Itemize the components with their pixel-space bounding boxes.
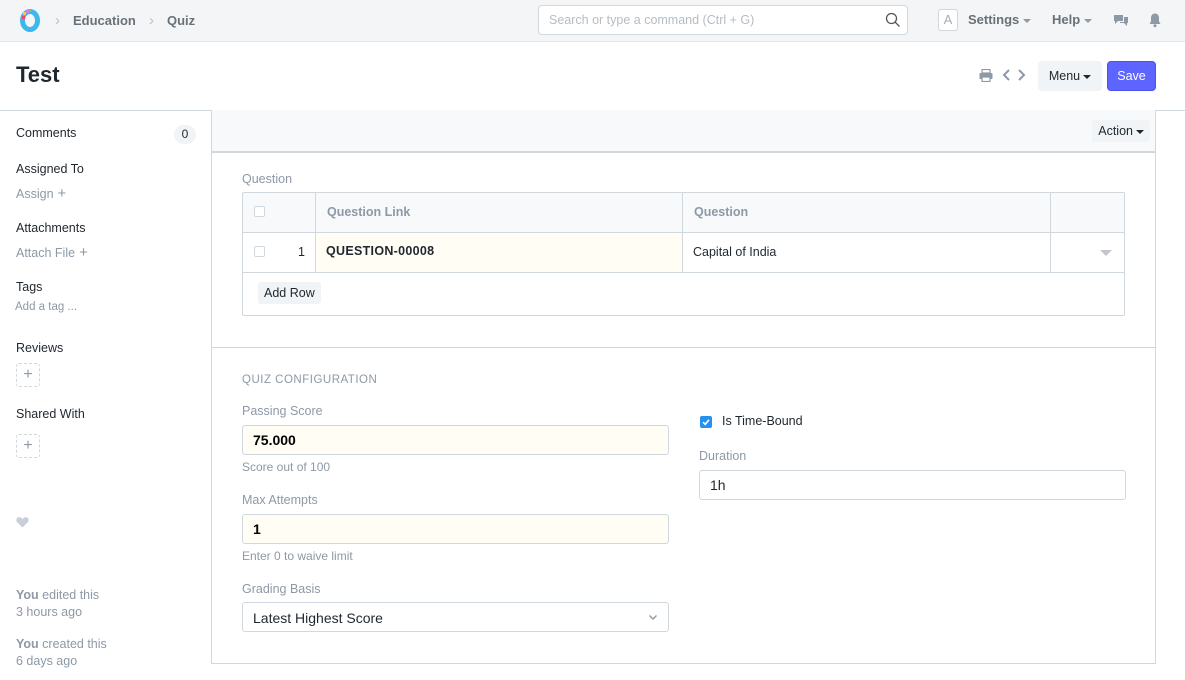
is-time-bound-checkbox[interactable]: [700, 416, 712, 428]
like-heart-icon[interactable]: [16, 516, 29, 528]
chat-icon[interactable]: [1113, 12, 1129, 28]
notification-bell-icon[interactable]: [1147, 12, 1163, 28]
row-checkbox[interactable]: [254, 246, 265, 257]
previous-record-icon[interactable]: [1001, 68, 1011, 82]
caret-down-icon: [1136, 129, 1144, 134]
column-divider: [1050, 193, 1051, 273]
column-divider: [682, 193, 683, 273]
form-toolbar: Action: [212, 110, 1155, 153]
activity-edited: You edited this 3 hours ago: [16, 587, 99, 621]
activity-time: 6 days ago: [16, 654, 78, 668]
menu-button[interactable]: Menu: [1038, 61, 1102, 91]
assigned-to-label: Assigned To: [16, 162, 84, 176]
max-attempts-help: Enter 0 to waive limit: [242, 549, 353, 563]
breadcrumb-quiz[interactable]: Quiz: [167, 13, 195, 28]
activity-created: You created this 6 days ago: [16, 636, 107, 670]
row-edit-caret-icon[interactable]: [1100, 250, 1112, 256]
question-table-label: Question: [242, 172, 293, 186]
question-cell[interactable]: Capital of India: [693, 245, 776, 259]
add-review-button[interactable]: +: [16, 363, 40, 387]
next-record-icon[interactable]: [1017, 68, 1027, 82]
caret-down-icon: [1023, 18, 1032, 23]
comments-label[interactable]: Comments: [16, 126, 76, 140]
section-divider: [212, 347, 1155, 348]
add-row-button[interactable]: Add Row: [258, 282, 321, 304]
chevron-down-icon: [649, 615, 657, 620]
passing-score-label: Passing Score: [242, 404, 323, 418]
print-icon[interactable]: [979, 69, 993, 82]
passing-score-help: Score out of 100: [242, 460, 331, 474]
row-index: 1: [298, 245, 305, 259]
attach-file-text: Attach File: [16, 246, 76, 260]
help-dropdown[interactable]: Help: [1052, 12, 1093, 27]
assign-link[interactable]: Assign +: [16, 185, 66, 202]
search-bar: [538, 5, 908, 35]
question-table: Question Link Question 1 QUESTION-00008 …: [242, 192, 1125, 316]
column-header-question: Question: [694, 205, 749, 219]
settings-label: Settings: [968, 12, 1020, 27]
action-button[interactable]: Action: [1092, 120, 1150, 142]
passing-score-input[interactable]: [242, 425, 669, 455]
grading-basis-select[interactable]: Latest Highest Score: [242, 602, 669, 632]
table-header: Question Link Question: [243, 193, 1124, 233]
checkmark-icon: [702, 419, 710, 426]
duration-input[interactable]: [699, 470, 1126, 500]
form-panel: Action Question Question Link Question 1…: [211, 110, 1156, 664]
avatar[interactable]: A: [938, 9, 958, 31]
activity-action: edited this: [38, 588, 100, 602]
quiz-configuration-heading: QUIZ CONFIGURATION: [242, 374, 378, 386]
max-attempts-label: Max Attempts: [242, 493, 318, 507]
table-row[interactable]: 1 QUESTION-00008 Capital of India: [243, 233, 1124, 273]
activity-time: 3 hours ago: [16, 605, 83, 619]
app-logo-icon[interactable]: [19, 8, 41, 32]
breadcrumb-chevron-icon: ›: [149, 12, 154, 29]
help-label: Help: [1052, 12, 1081, 27]
search-icon[interactable]: [885, 12, 901, 28]
column-header-question-link: Question Link: [327, 205, 411, 219]
plus-icon: +: [79, 244, 88, 261]
attach-file-link[interactable]: Attach File +: [16, 244, 88, 261]
save-button[interactable]: Save: [1107, 61, 1156, 91]
grading-basis-value: Latest Highest Score: [253, 610, 383, 626]
breadcrumb-chevron-icon: ›: [55, 12, 60, 29]
comments-count-badge: 0: [174, 125, 196, 144]
plus-icon: +: [23, 437, 33, 454]
max-attempts-input[interactable]: [242, 514, 669, 544]
duration-label: Duration: [699, 449, 747, 463]
navbar: › Education › Quiz A Settings Help: [0, 0, 1185, 42]
search-input[interactable]: [539, 6, 869, 34]
page-title: Test: [16, 62, 60, 87]
attachments-label: Attachments: [16, 221, 86, 235]
plus-icon: +: [23, 366, 33, 383]
breadcrumb-education[interactable]: Education: [73, 13, 136, 28]
activity-action: created this: [38, 637, 107, 651]
assign-link-text: Assign: [16, 187, 54, 201]
plus-icon: +: [57, 185, 67, 202]
activity-user: You: [16, 637, 39, 651]
caret-down-icon: [1083, 74, 1092, 79]
shared-with-label: Shared With: [16, 407, 85, 421]
add-share-button[interactable]: +: [16, 434, 40, 458]
settings-dropdown[interactable]: Settings: [968, 12, 1032, 27]
tags-label: Tags: [16, 280, 43, 294]
action-label: Action: [1098, 124, 1133, 138]
caret-down-icon: [1084, 18, 1093, 23]
is-time-bound-label[interactable]: Is Time-Bound: [722, 414, 803, 428]
reviews-label: Reviews: [16, 341, 64, 355]
select-all-checkbox[interactable]: [254, 206, 265, 217]
grading-basis-label: Grading Basis: [242, 582, 321, 596]
activity-user: You: [16, 588, 39, 602]
question-link-cell[interactable]: QUESTION-00008: [316, 233, 682, 272]
column-divider: [315, 193, 316, 273]
menu-label: Menu: [1048, 69, 1081, 83]
add-tag-link[interactable]: Add a tag ...: [15, 301, 77, 313]
